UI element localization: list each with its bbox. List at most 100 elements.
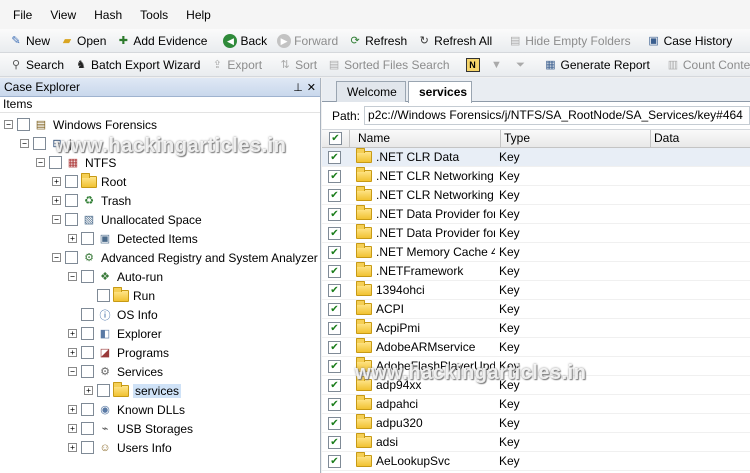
tree-checkbox[interactable] [65, 251, 78, 264]
table-row[interactable]: ✔ adpu320 Key [322, 414, 750, 433]
tree-node[interactable]: − ⚙ Advanced Registry and System Analyzer [52, 248, 318, 267]
row-checkbox[interactable]: ✔ [328, 245, 341, 259]
expand-icon[interactable]: + [52, 196, 61, 205]
search-button[interactable]: ⚲ Search [4, 54, 69, 76]
expand-icon[interactable]: + [68, 329, 77, 338]
refresh-button[interactable]: ⟳ Refresh [343, 30, 412, 52]
close-icon[interactable]: ✕ [307, 81, 316, 94]
hide-empty-folders-button[interactable]: ▤ Hide Empty Folders [503, 30, 635, 52]
row-checkbox[interactable]: ✔ [328, 150, 341, 164]
tree-node[interactable]: − ▤ Windows Forensics [4, 115, 157, 134]
row-checkbox[interactable]: ✔ [328, 454, 341, 468]
table-row[interactable]: ✔ ACPI Key [322, 300, 750, 319]
filter-button[interactable]: ⏷ [509, 54, 533, 76]
collapse-icon[interactable]: − [52, 215, 61, 224]
tree-node[interactable]: Run [84, 286, 155, 305]
path-field[interactable]: p2c://Windows Forensics/j/NTFS/SA_RootNo… [364, 106, 750, 125]
collapse-icon[interactable]: − [68, 272, 77, 281]
select-all-checkbox[interactable]: ✔ [329, 132, 342, 145]
tree-checkbox[interactable] [81, 346, 94, 359]
tree-node[interactable]: + ⌁ USB Storages [68, 419, 193, 438]
row-checkbox[interactable]: ✔ [328, 169, 341, 183]
tab-welcome[interactable]: Welcome [336, 81, 406, 102]
table-row[interactable]: ✔ .NET CLR Networking Key [322, 167, 750, 186]
row-checkbox[interactable]: ✔ [328, 188, 341, 202]
tree-checkbox[interactable] [97, 289, 110, 302]
sorted-files-search-button[interactable]: ▤ Sorted Files Search [322, 54, 454, 76]
table-row[interactable]: ✔ AeLookupSvc Key [322, 452, 750, 471]
new-button[interactable]: ✎ New [4, 30, 55, 52]
tree-node[interactable]: + services [84, 381, 182, 400]
expand-icon[interactable]: + [68, 234, 77, 243]
case-history-button[interactable]: ▣ Case History [642, 30, 738, 52]
expand-icon[interactable]: + [68, 443, 77, 452]
tree-node[interactable]: − ⚙ Services [68, 362, 163, 381]
header-select-all[interactable]: ✔ [322, 130, 350, 147]
menu-tools[interactable]: Tools [131, 8, 177, 22]
menu-file[interactable]: File [4, 8, 41, 22]
collapse-icon[interactable]: − [20, 139, 29, 148]
tree-checkbox[interactable] [65, 213, 78, 226]
tree-checkbox[interactable] [81, 365, 94, 378]
table-row[interactable]: ✔ .NET Data Provider for S Key [322, 224, 750, 243]
expand-icon[interactable]: + [68, 348, 77, 357]
row-checkbox[interactable]: ✔ [328, 397, 341, 411]
open-button[interactable]: ▰ Open [55, 30, 111, 52]
row-checkbox[interactable]: ✔ [328, 226, 341, 240]
table-row[interactable]: ✔ adpahci Key [322, 395, 750, 414]
expand-icon[interactable]: + [68, 424, 77, 433]
add-evidence-button[interactable]: ✚ Add Evidence [111, 30, 212, 52]
row-checkbox[interactable]: ✔ [328, 283, 341, 297]
export-button[interactable]: ⇪ Export [205, 54, 267, 76]
tree-checkbox[interactable] [81, 422, 94, 435]
generate-report-button[interactable]: ▦ Generate Report [539, 54, 655, 76]
pin-icon[interactable]: ⊥ [293, 81, 303, 94]
table-row[interactable]: ✔ .NET Data Provider for O Key [322, 205, 750, 224]
tree-node[interactable]: + ♻ Trash [52, 191, 131, 210]
tree-checkbox[interactable] [33, 137, 46, 150]
table-row[interactable]: ✔ .NETFramework Key [322, 262, 750, 281]
collapse-icon[interactable]: − [4, 120, 13, 129]
forward-button[interactable]: ▶ Forward [272, 30, 343, 52]
count-contents-button[interactable]: ▥ Count Contents [661, 54, 750, 76]
notes-button[interactable]: N [461, 54, 485, 76]
table-row[interactable]: ✔ AdobeARMservice Key [322, 338, 750, 357]
collapse-icon[interactable]: − [36, 158, 45, 167]
tree-checkbox[interactable] [81, 308, 94, 321]
row-checkbox[interactable]: ✔ [328, 340, 341, 354]
tree-node[interactable]: − ▧ Unallocated Space [52, 210, 202, 229]
table-row[interactable]: ✔ adsi Key [322, 433, 750, 452]
back-button[interactable]: ◀ Back [218, 30, 272, 52]
tree-node[interactable]: + ☺ Users Info [68, 438, 172, 457]
column-name-header[interactable]: Name [350, 130, 501, 147]
tree-checkbox[interactable] [81, 441, 94, 454]
tree-checkbox[interactable] [65, 175, 78, 188]
tree-node[interactable]: + Root [52, 172, 126, 191]
batch-export-button[interactable]: ♞ Batch Export Wizard [69, 54, 205, 76]
table-row[interactable]: ✔ .NET CLR Data Key [322, 148, 750, 167]
menu-hash[interactable]: Hash [85, 8, 131, 22]
tree-node[interactable]: + ◪ Programs [68, 343, 169, 362]
tree-node[interactable]: + ◉ Known DLLs [68, 400, 185, 419]
refresh-all-button[interactable]: ↻ Refresh All [412, 30, 497, 52]
tree-node[interactable]: ⓘ OS Info [68, 305, 158, 324]
menu-help[interactable]: Help [177, 8, 220, 22]
row-checkbox[interactable]: ✔ [328, 416, 341, 430]
row-checkbox[interactable]: ✔ [328, 359, 341, 373]
column-type-header[interactable]: Type [501, 130, 651, 147]
tree-checkbox[interactable] [81, 270, 94, 283]
tree-checkbox[interactable] [81, 232, 94, 245]
collapse-icon[interactable]: − [68, 367, 77, 376]
table-row[interactable]: ✔ .NET Memory Cache 4.0 Key [322, 243, 750, 262]
menu-view[interactable]: View [41, 8, 85, 22]
table-row[interactable]: ✔ 1394ohci Key [322, 281, 750, 300]
tree-checkbox[interactable] [81, 403, 94, 416]
tree-checkbox[interactable] [97, 384, 110, 397]
row-checkbox[interactable]: ✔ [328, 435, 341, 449]
tree-checkbox[interactable] [17, 118, 30, 131]
expand-icon[interactable]: + [68, 405, 77, 414]
row-checkbox[interactable]: ✔ [328, 321, 341, 335]
tab-services[interactable]: services [408, 81, 472, 103]
table-row[interactable]: ✔ .NET CLR Networking 4. Key [322, 186, 750, 205]
column-data-header[interactable]: Data [651, 130, 750, 147]
